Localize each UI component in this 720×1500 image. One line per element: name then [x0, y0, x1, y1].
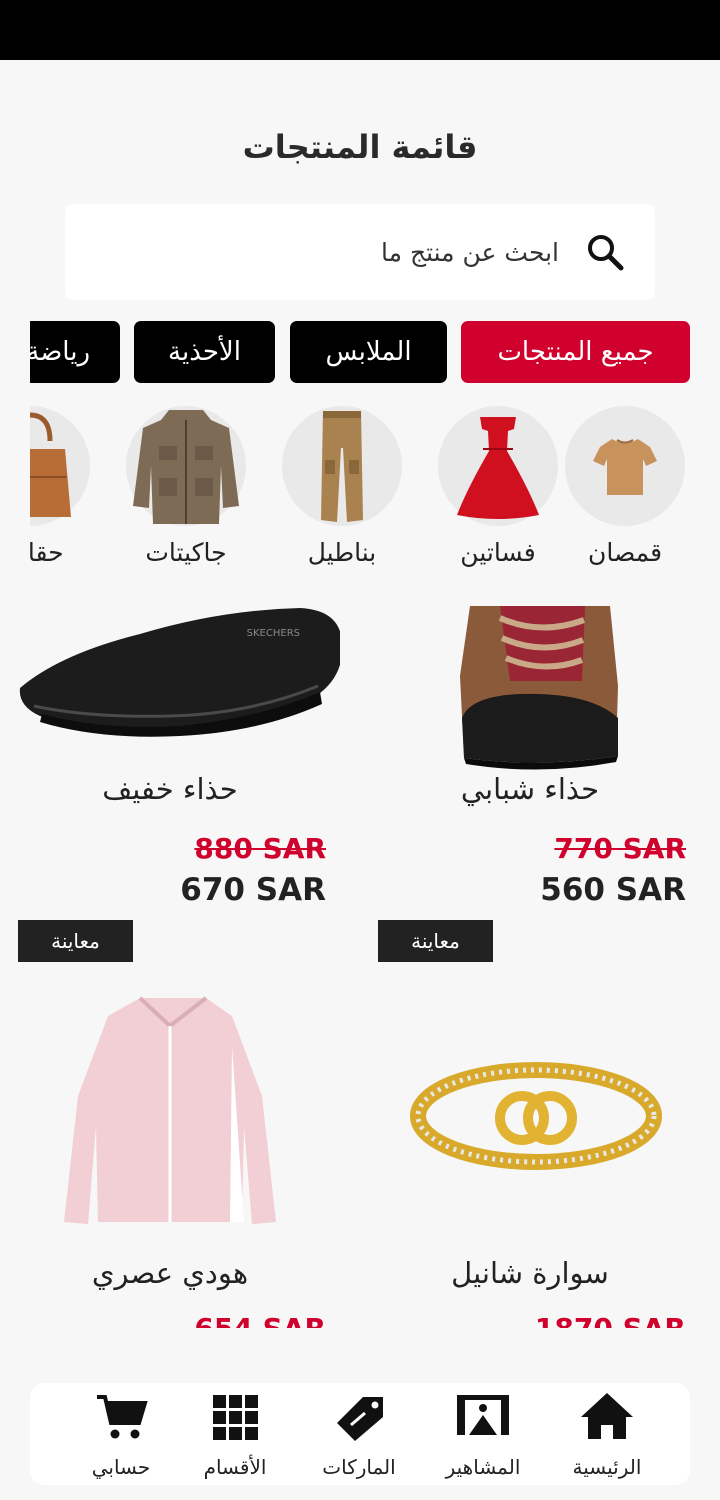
- old-price: 770 SAR: [554, 832, 686, 865]
- category-label: حقائب: [30, 538, 64, 567]
- bracelet-image: [410, 1062, 662, 1170]
- category-label: بناطيل: [307, 538, 377, 567]
- page-title: قائمة المنتجات: [242, 128, 478, 166]
- old-price: 654 SAR: [194, 1312, 326, 1328]
- price: 670 SAR: [180, 872, 326, 908]
- category-pants[interactable]: بناطيل: [277, 404, 407, 584]
- preview-button[interactable]: معاينة: [378, 920, 493, 962]
- pants-image: [282, 406, 402, 526]
- nav-brands[interactable]: الماركات: [304, 1389, 414, 1479]
- nav-label: الماركات: [322, 1455, 396, 1479]
- nav-label: الرئيسية: [572, 1455, 642, 1479]
- status-bar: [0, 0, 720, 60]
- product-name: هودي عصري: [91, 1256, 249, 1290]
- price: 560 SAR: [540, 872, 686, 908]
- cart-icon: [97, 1395, 148, 1439]
- nav-celebrities[interactable]: المشاهير: [428, 1389, 538, 1479]
- chip-sports[interactable]: رياضة: [30, 321, 120, 383]
- category-row: قمصان فساتين بناطيل جاكيتات حقا: [30, 404, 690, 584]
- jacket-image: [126, 406, 246, 526]
- brands-tag-icon: [337, 1397, 383, 1441]
- bottom-navigation: الرئيسية المشاهير الماركات الأقسام حسابي: [30, 1383, 690, 1485]
- nav-label: حسابي: [91, 1455, 151, 1479]
- home-icon: [581, 1393, 633, 1439]
- preview-button[interactable]: معاينة: [18, 920, 133, 962]
- product-name: حذاء خفيف: [102, 772, 238, 806]
- chip-shoes[interactable]: الأحذية: [134, 321, 275, 383]
- celebrities-icon: [457, 1395, 509, 1435]
- hoodie-image: [64, 996, 276, 1224]
- nav-label: المشاهير: [445, 1455, 521, 1479]
- product-name: سوارة شانيل: [451, 1256, 609, 1290]
- nav-label: الأقسام: [203, 1455, 267, 1479]
- dress-image: [438, 406, 558, 526]
- nav-sections[interactable]: الأقسام: [180, 1389, 290, 1479]
- old-price: 880 SAR: [194, 832, 326, 865]
- search-bar[interactable]: [65, 204, 655, 300]
- search-input[interactable]: [99, 230, 559, 274]
- hiking-boot-image: [460, 606, 618, 770]
- chip-clothes[interactable]: الملابس: [290, 321, 447, 383]
- search-icon[interactable]: [585, 232, 625, 272]
- product-name: حذاء شبابي: [460, 772, 600, 806]
- filter-chips: جميع المنتجات الملابس الأحذية رياضة: [30, 320, 690, 384]
- sneaker-image: SKECHERS: [19, 608, 340, 737]
- tshirt-image: [565, 406, 685, 526]
- category-dresses[interactable]: فساتين: [433, 404, 563, 584]
- chip-all-products[interactable]: جميع المنتجات: [461, 321, 690, 383]
- bag-image: [30, 406, 90, 526]
- category-tshirts[interactable]: قمصان: [560, 404, 690, 584]
- category-jackets[interactable]: جاكيتات: [121, 404, 251, 584]
- category-bags[interactable]: حقائب: [30, 404, 95, 584]
- product-grid: حذاء شبابي 770 SAR 560 SAR معاينة SKECHE…: [0, 606, 720, 1328]
- old-price: 1870 SAR: [535, 1312, 686, 1328]
- grid-icon: [213, 1395, 258, 1440]
- nav-account[interactable]: حسابي: [66, 1389, 176, 1479]
- category-label: جاكيتات: [145, 538, 227, 567]
- nav-home[interactable]: الرئيسية: [552, 1389, 662, 1479]
- category-label: فساتين: [460, 538, 536, 567]
- svg-text:SKECHERS: SKECHERS: [247, 628, 300, 639]
